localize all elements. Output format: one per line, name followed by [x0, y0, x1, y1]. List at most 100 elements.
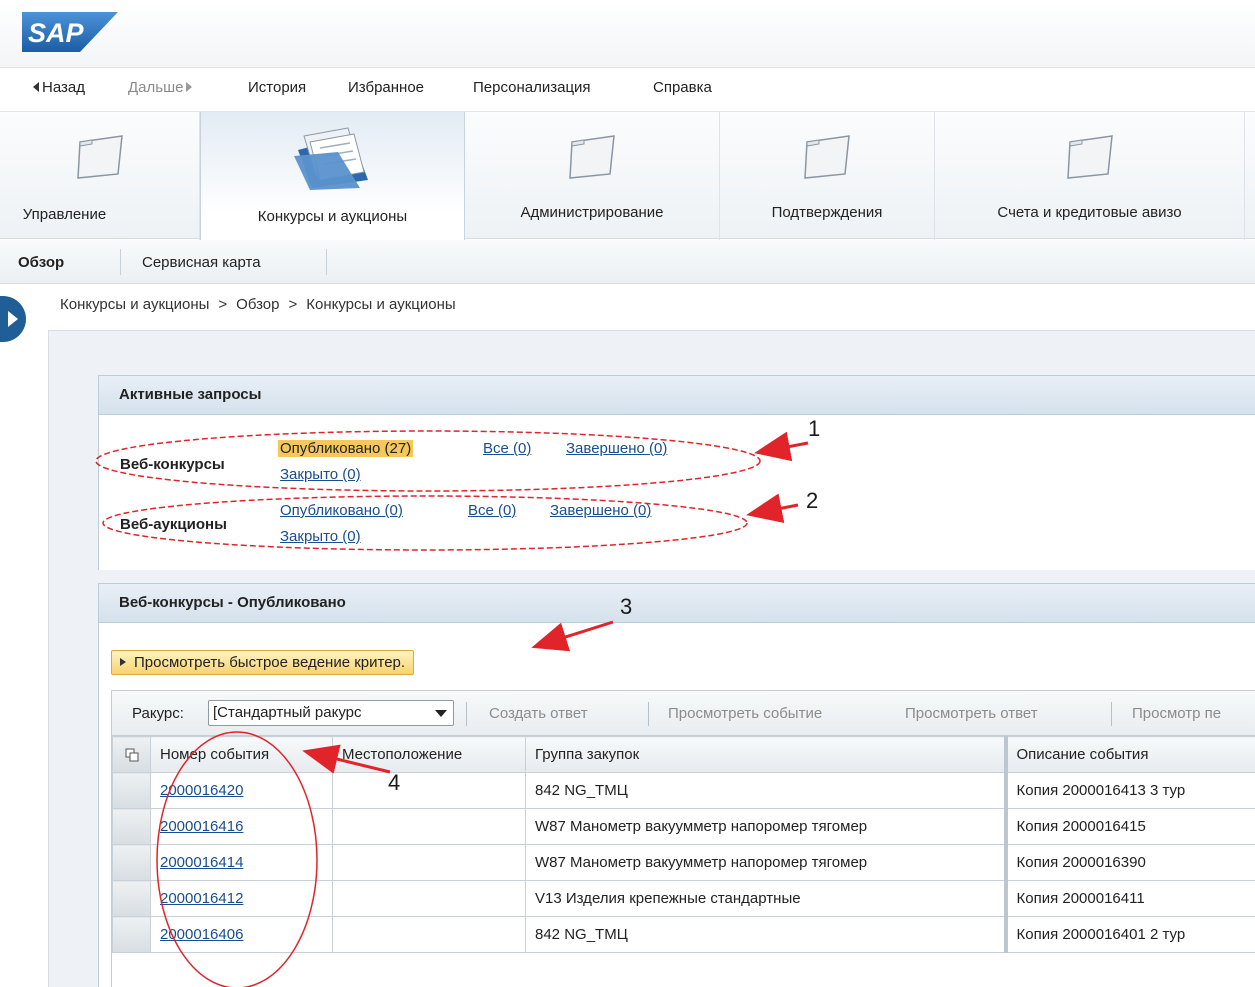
row-selector[interactable]: [112, 808, 151, 845]
annotation-number-3: 3: [620, 594, 633, 619]
web-auctions-label: Веб-аукционы: [120, 516, 227, 533]
breadcrumb-separator: >: [218, 296, 228, 313]
table-row[interactable]: 2000016406 842 NG_ТМЦ Копия 2000016401 2…: [112, 916, 1255, 953]
row-selector[interactable]: [112, 772, 151, 809]
web-auctions-closed-link[interactable]: Закрыто (0): [280, 528, 361, 545]
quick-criteria-button[interactable]: Просмотреть быстрое ведение критер.: [111, 650, 415, 675]
view-label: Ракурс:: [132, 705, 184, 722]
web-auctions-published-link[interactable]: Опубликовано (0): [280, 502, 403, 519]
sap-logo: SAP: [22, 12, 118, 52]
documents-folder-icon: [290, 126, 376, 196]
column-header-event-number[interactable]: Номер события: [150, 736, 333, 773]
event-number-link[interactable]: 2000016414: [160, 854, 243, 871]
subtab-divider: [120, 249, 121, 275]
expand-arrow-icon: [8, 311, 18, 327]
view-more-button[interactable]: Просмотр пе: [1132, 705, 1221, 722]
event-number-cell: 2000016416: [150, 808, 333, 845]
location-cell: [332, 880, 526, 917]
tab-label: Управление: [22, 206, 107, 223]
back-link[interactable]: Назад: [30, 79, 85, 96]
back-label: Назад: [42, 79, 85, 96]
view-response-button[interactable]: Просмотреть ответ: [905, 705, 1038, 722]
view-event-button[interactable]: Просмотреть событие: [668, 705, 822, 722]
forward-link[interactable]: Дальше: [128, 79, 195, 96]
subtab-divider: [326, 249, 327, 275]
web-tenders-published-link[interactable]: Опубликовано (27): [278, 440, 414, 457]
view-select[interactable]: [Стандартный ракурс: [208, 700, 454, 726]
help-link[interactable]: Справка: [653, 79, 712, 96]
forward-label: Дальше: [128, 79, 184, 96]
column-header-purchasing-group[interactable]: Группа закупок: [525, 736, 1006, 773]
location-cell: [332, 844, 526, 881]
back-arrow-icon: [33, 82, 39, 93]
description-cell: Копия 2000016415: [1003, 808, 1255, 845]
column-header-location[interactable]: Местоположение: [332, 736, 526, 773]
column-header-description[interactable]: Описание события: [1003, 736, 1255, 773]
personalization-link[interactable]: Персонализация: [473, 79, 591, 96]
quick-criteria-label: Просмотреть быстрое ведение критер.: [134, 654, 406, 671]
breadcrumb-item: Конкурсы и аукционы: [306, 296, 456, 313]
purchasing-group-cell: 842 NG_ТМЦ: [525, 772, 1006, 809]
tab-label: Подтверждения: [771, 204, 883, 221]
folder-icon: [1064, 134, 1116, 184]
web-tenders-completed-link[interactable]: Завершено (0): [566, 440, 667, 457]
subtab-service-map[interactable]: Сервисная карта: [142, 254, 261, 271]
favorites-link[interactable]: Избранное: [348, 79, 424, 96]
main-tab-strip: Управление Конкурсы и аукционы Администр…: [0, 111, 1255, 240]
create-response-button[interactable]: Создать ответ: [489, 705, 588, 722]
annotation-number-1: 1: [808, 416, 821, 441]
row-selector[interactable]: [112, 880, 151, 917]
breadcrumb-item[interactable]: Обзор: [236, 296, 279, 313]
tab-administration[interactable]: Администрирование: [465, 112, 720, 240]
description-cell: Копия 2000016401 2 тур: [1003, 916, 1255, 953]
event-number-link[interactable]: 2000016420: [160, 782, 243, 799]
active-requests-body: [98, 415, 1255, 570]
table-row[interactable]: 2000016412 V13 Изделия крепежные стандар…: [112, 880, 1255, 917]
navigation-panel-toggle[interactable]: [0, 296, 26, 342]
tab-label: Конкурсы и аукционы: [257, 208, 408, 225]
folder-icon: [801, 134, 853, 184]
event-number-cell: 2000016420: [150, 772, 333, 809]
event-number-link[interactable]: 2000016406: [160, 926, 243, 943]
toolbar-divider: [466, 702, 467, 726]
table-header-row: Номер события Местоположение Группа заку…: [112, 736, 1255, 773]
event-number-cell: 2000016414: [150, 844, 333, 881]
event-number-link[interactable]: 2000016412: [160, 890, 243, 907]
secondary-tabs: Обзор Сервисная карта: [0, 240, 1255, 284]
subtab-overview[interactable]: Обзор: [18, 254, 64, 271]
dropdown-arrow-icon: [435, 710, 447, 717]
description-cell: Копия 2000016411: [1003, 880, 1255, 917]
row-selector[interactable]: [112, 844, 151, 881]
purchasing-group-cell: 842 NG_ТМЦ: [525, 916, 1006, 953]
web-auctions-all-link[interactable]: Все (0): [468, 502, 516, 519]
web-tenders-closed-link[interactable]: Закрыто (0): [280, 466, 361, 483]
event-number-link[interactable]: 2000016416: [160, 818, 243, 835]
tab-tenders-auctions[interactable]: Конкурсы и аукционы: [200, 112, 465, 240]
select-all-cell[interactable]: [112, 736, 151, 773]
breadcrumb-separator: >: [288, 296, 298, 313]
table-row[interactable]: 2000016414 W87 Манометр вакуумметр напор…: [112, 844, 1255, 881]
table-row[interactable]: 2000016416 W87 Манометр вакуумметр напор…: [112, 808, 1255, 845]
row-selector[interactable]: [112, 916, 151, 953]
tab-management[interactable]: Управление: [0, 112, 200, 240]
navigation-bar: Назад Дальше История Избранное Персонали…: [0, 69, 1255, 111]
section-title: Веб-конкурсы - Опубликовано: [119, 594, 346, 611]
tab-invoices-credit-memos[interactable]: Счета и кредитовые авизо: [935, 112, 1245, 240]
tab-confirmations[interactable]: Подтверждения: [720, 112, 935, 240]
forward-arrow-icon: [186, 82, 193, 93]
section-title: Активные запросы: [119, 386, 262, 403]
event-number-cell: 2000016406: [150, 916, 333, 953]
annotation-number-4: 4: [388, 770, 401, 795]
web-tenders-all-link[interactable]: Все (0): [483, 440, 531, 457]
sap-logo-text: SAP: [28, 18, 85, 48]
folder-icon: [74, 134, 126, 184]
web-auctions-completed-link[interactable]: Завершено (0): [550, 502, 651, 519]
tab-label: Администрирование: [520, 204, 664, 221]
active-requests-header: Активные запросы: [98, 375, 1255, 415]
history-link[interactable]: История: [248, 79, 306, 96]
table-row[interactable]: 2000016420 842 NG_ТМЦ Копия 2000016413 3…: [112, 772, 1255, 809]
breadcrumb-item[interactable]: Конкурсы и аукционы: [60, 296, 209, 313]
description-cell: Копия 2000016390: [1003, 844, 1255, 881]
event-number-cell: 2000016412: [150, 880, 333, 917]
events-table: Номер события Местоположение Группа заку…: [111, 736, 1255, 987]
